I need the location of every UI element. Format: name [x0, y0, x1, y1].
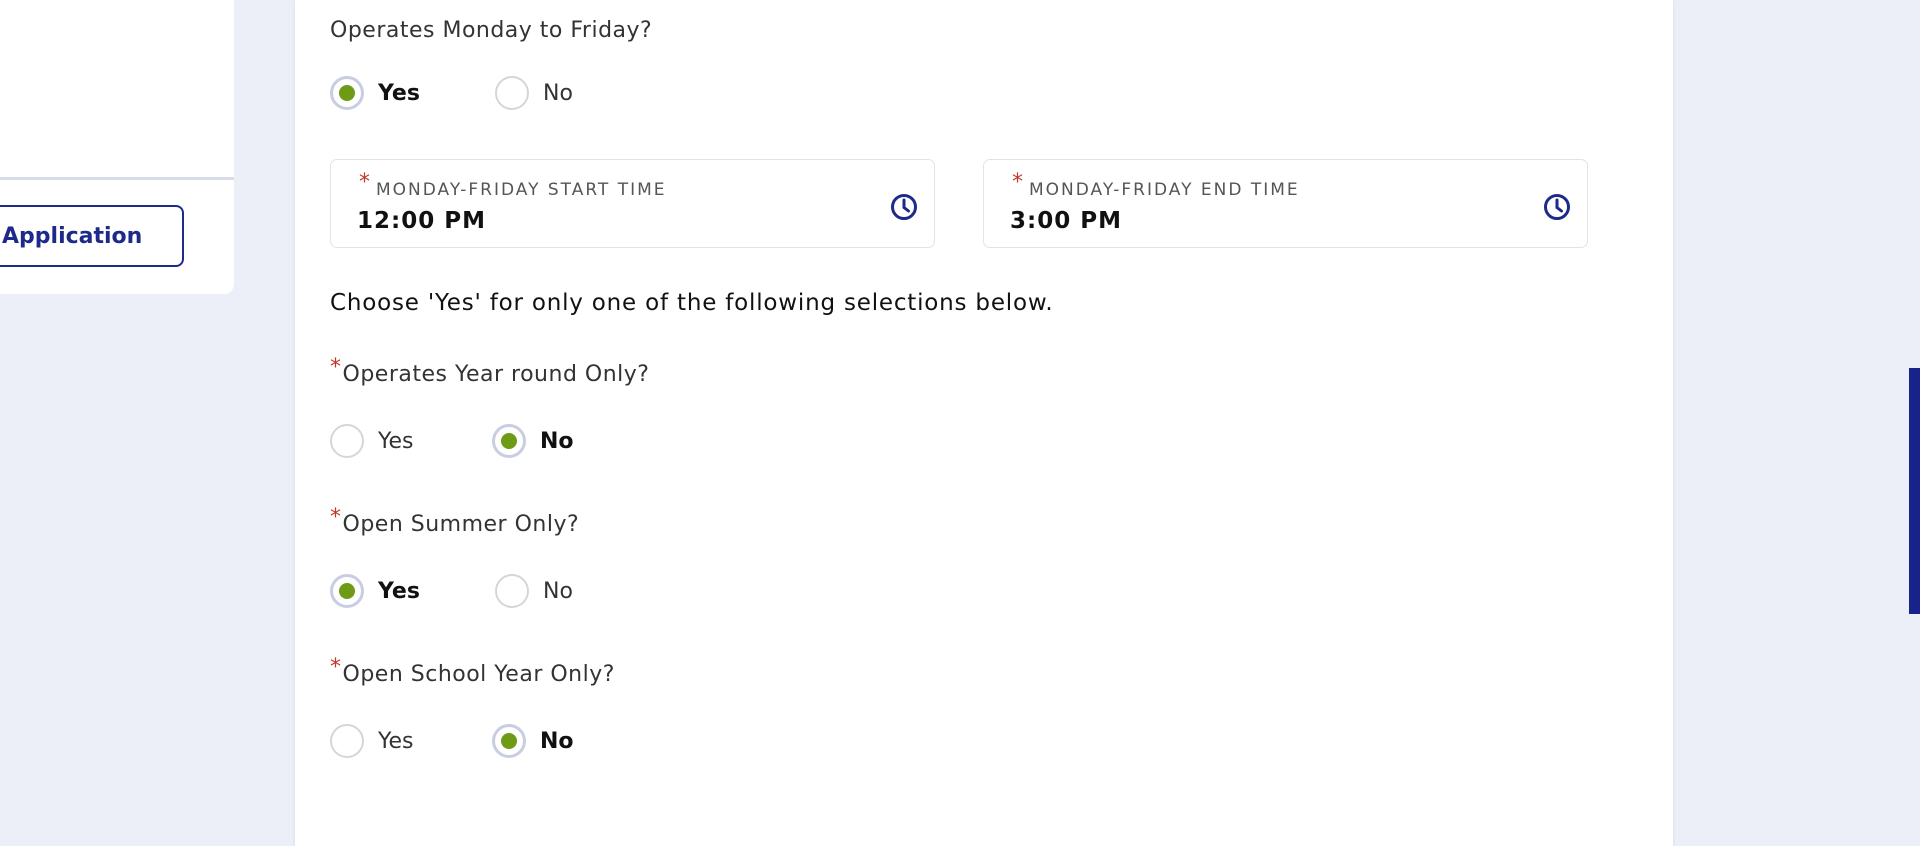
end-time-label: * MONDAY-FRIDAY END TIME: [1012, 170, 1300, 201]
radio-summer-no[interactable]: No: [495, 574, 573, 608]
radio-circle-selected[interactable]: [492, 724, 526, 758]
form-panel: Operates Monday to Friday? Yes No * MONDA…: [295, 0, 1673, 846]
question-summer: *Open Summer Only?: [330, 505, 580, 537]
question-year-round-label: Operates Year round Only?: [342, 362, 650, 387]
radio-weekdays-no-label: No: [543, 80, 573, 106]
question-weekdays-label: Operates Monday to Friday?: [330, 18, 653, 43]
sidebar-divider: [0, 177, 234, 180]
scrollbar-thumb[interactable]: [1909, 368, 1920, 614]
radio-circle-selected[interactable]: [330, 76, 364, 110]
radio-weekdays-yes[interactable]: Yes: [330, 76, 420, 110]
radio-year-round-no[interactable]: No: [492, 424, 574, 458]
instructions-text: Choose 'Yes' for only one of the followi…: [330, 290, 1054, 316]
radio-circle[interactable]: [495, 76, 529, 110]
question-summer-label: Open Summer Only?: [342, 512, 580, 537]
radio-circle-selected[interactable]: [492, 424, 526, 458]
clock-icon[interactable]: [890, 193, 918, 221]
question-school-year: *Open School Year Only?: [330, 655, 615, 687]
radio-summer-yes[interactable]: Yes: [330, 574, 420, 608]
start-time-label: * MONDAY-FRIDAY START TIME: [359, 170, 667, 201]
end-time-label-text: MONDAY-FRIDAY END TIME: [1029, 180, 1300, 200]
end-time-value[interactable]: 3:00 PM: [1010, 208, 1122, 234]
radio-school-year-yes-label: Yes: [378, 728, 414, 754]
radio-summer-yes-label: Yes: [378, 578, 420, 604]
question-weekdays: Operates Monday to Friday?: [330, 18, 652, 43]
radio-weekdays-no[interactable]: No: [495, 76, 573, 110]
radio-year-round-yes-label: Yes: [378, 428, 414, 454]
start-time-value[interactable]: 12:00 PM: [357, 208, 486, 234]
radio-school-year-no[interactable]: No: [492, 724, 574, 758]
radio-summer-no-label: No: [543, 578, 573, 604]
required-marker: *: [330, 355, 342, 380]
required-marker: *: [1012, 170, 1025, 195]
sidebar-card: Application: [0, 0, 234, 294]
clock-icon[interactable]: [1543, 193, 1571, 221]
radio-circle-selected[interactable]: [330, 574, 364, 608]
radio-circle[interactable]: [495, 574, 529, 608]
radio-school-year-no-label: No: [540, 728, 574, 754]
start-time-field[interactable]: * MONDAY-FRIDAY START TIME 12:00 PM: [330, 159, 935, 248]
radio-year-round-no-label: No: [540, 428, 574, 454]
required-marker: *: [359, 170, 372, 195]
end-time-field[interactable]: * MONDAY-FRIDAY END TIME 3:00 PM: [983, 159, 1588, 248]
required-marker: *: [330, 505, 342, 530]
radio-school-year-yes[interactable]: Yes: [330, 724, 414, 758]
application-button[interactable]: Application: [0, 205, 184, 267]
radio-circle[interactable]: [330, 424, 364, 458]
start-time-label-text: MONDAY-FRIDAY START TIME: [376, 180, 667, 200]
question-year-round: *Operates Year round Only?: [330, 355, 650, 387]
radio-weekdays-yes-label: Yes: [378, 80, 420, 106]
radio-circle[interactable]: [330, 724, 364, 758]
question-school-year-label: Open School Year Only?: [342, 662, 615, 687]
radio-year-round-yes[interactable]: Yes: [330, 424, 414, 458]
required-marker: *: [330, 655, 342, 680]
